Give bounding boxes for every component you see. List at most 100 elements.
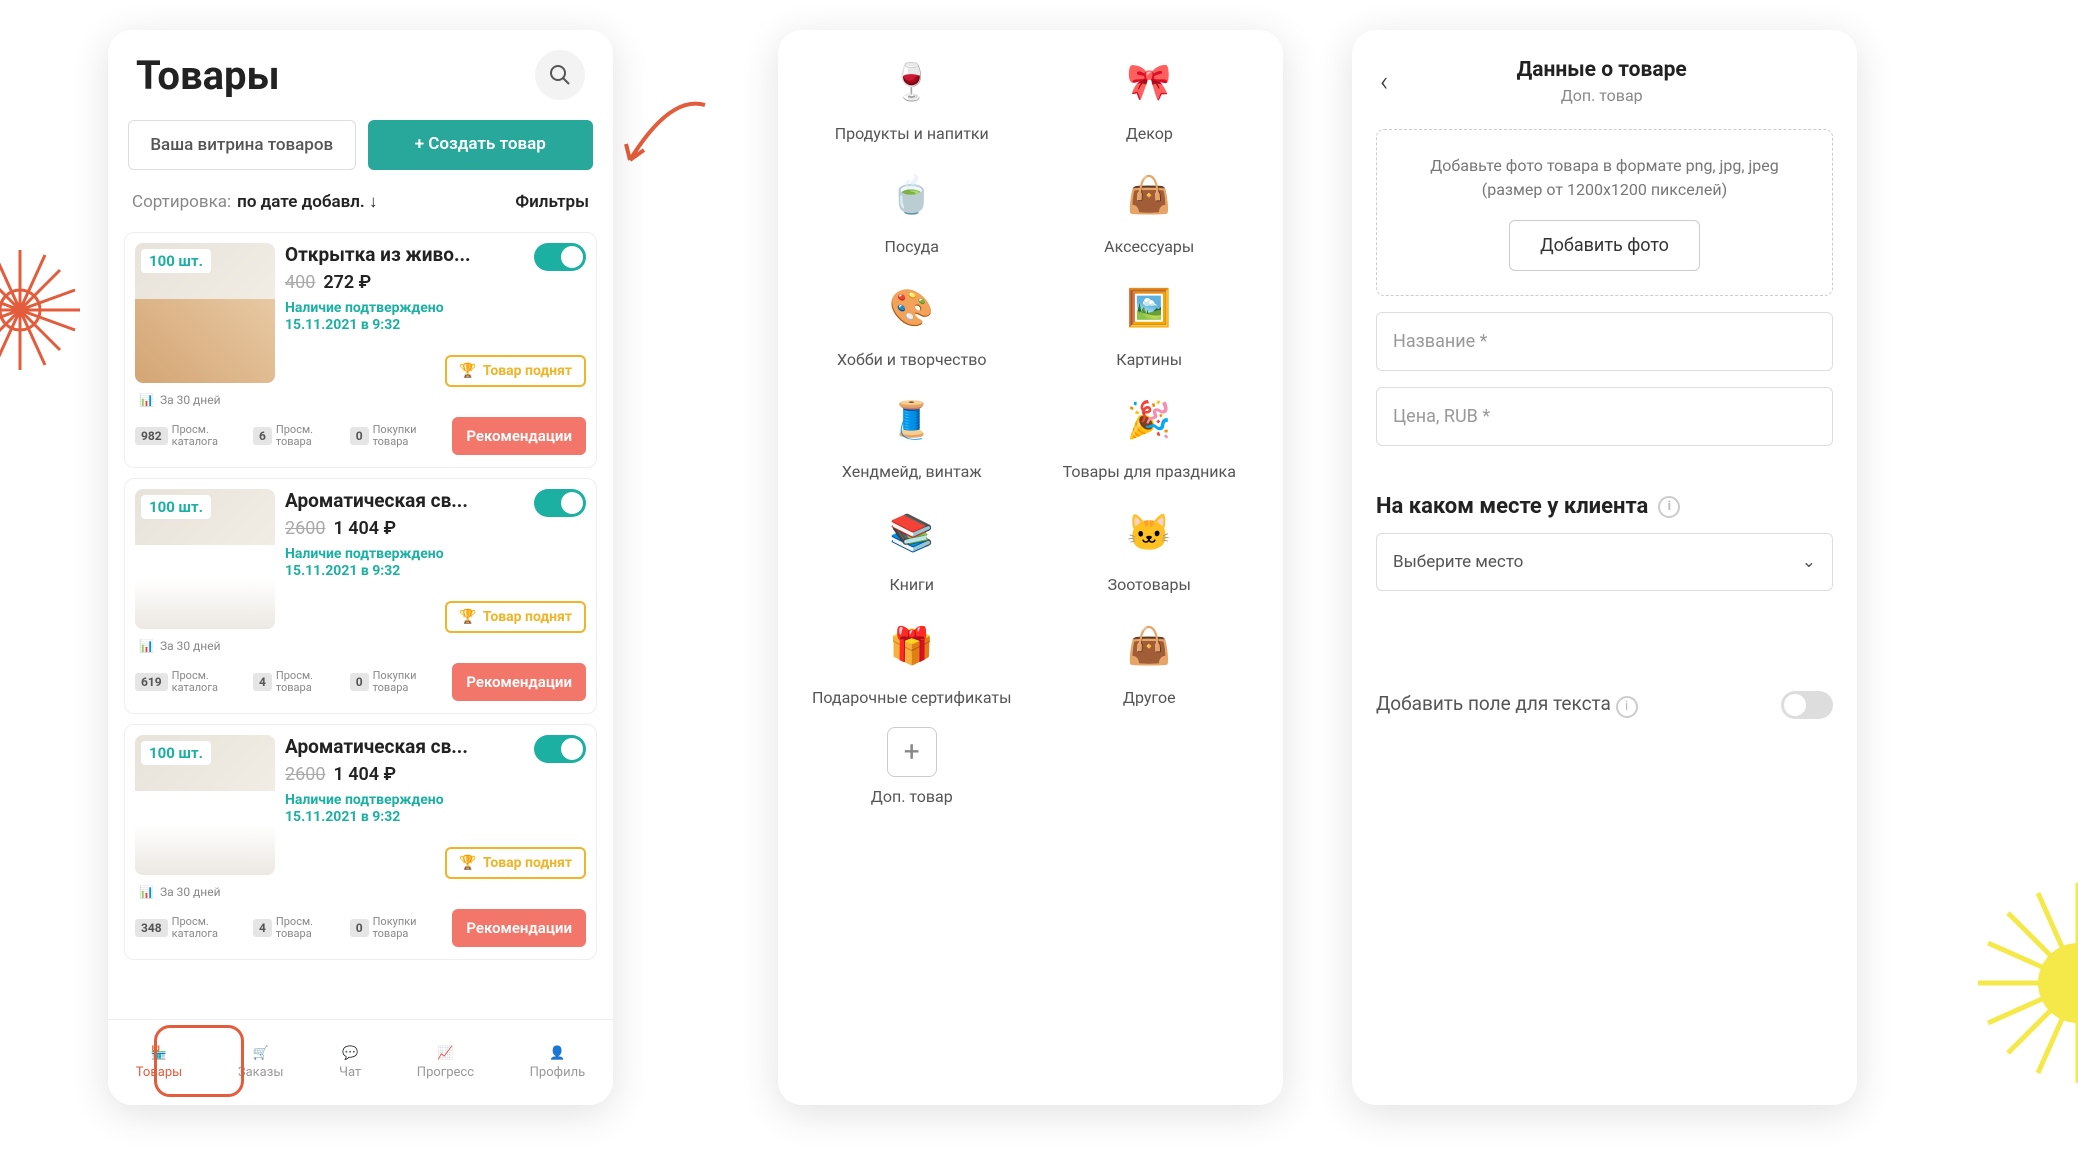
create-product-button[interactable]: + Создать товар — [368, 120, 594, 170]
user-icon: 👤 — [549, 1046, 565, 1061]
product-toggle[interactable] — [534, 735, 586, 763]
old-price: 400 — [285, 272, 315, 293]
category-item[interactable]: 🎉 Товары для праздника — [1036, 388, 1264, 483]
product-thumbnail: 100 шт. — [135, 735, 275, 875]
category-label: Другое — [1123, 688, 1176, 709]
info-icon[interactable]: i — [1616, 696, 1638, 718]
price-input[interactable]: Цена, RUB * — [1376, 387, 1833, 446]
category-icon: 👜 — [1117, 163, 1181, 227]
recommendations-button[interactable]: Рекомендации — [452, 663, 586, 701]
category-label: Книги — [889, 575, 934, 596]
availability-date: 15.11.2021 в 9:32 — [285, 317, 586, 333]
product-title: Ароматическая св... — [285, 489, 495, 512]
stats-icon: 📊 — [139, 393, 154, 407]
availability-label: Наличие подтверждено — [285, 299, 586, 317]
qty-badge: 100 шт. — [141, 741, 211, 765]
photo-dropzone[interactable]: Добавьте фото товара в формате png, jpg,… — [1376, 129, 1833, 296]
product-toggle[interactable] — [534, 243, 586, 271]
category-item[interactable]: 🐱 Зоотовары — [1036, 501, 1264, 596]
category-icon: 📚 — [880, 501, 944, 565]
recommendations-button[interactable]: Рекомендации — [452, 417, 586, 455]
category-label: Аксессуары — [1104, 237, 1194, 258]
category-label: Посуда — [885, 237, 939, 258]
decoration-sunburst — [1898, 823, 2078, 1103]
category-item[interactable]: 🎀 Декор — [1036, 50, 1264, 145]
add-photo-button[interactable]: Добавить фото — [1509, 220, 1700, 271]
category-label: Товары для праздника — [1063, 462, 1236, 483]
form-title: Данные о товаре — [1396, 58, 1807, 82]
category-icon: 🖼️ — [1117, 276, 1181, 340]
raised-badge[interactable]: 🏆Товар поднят — [445, 601, 586, 633]
showcase-button[interactable]: Ваша витрина товаров — [128, 120, 356, 170]
page-title: Товары — [136, 52, 280, 99]
category-add[interactable]: +Доп. товар — [798, 727, 1026, 808]
category-item[interactable]: 🖼️ Картины — [1036, 276, 1264, 371]
annotation-arrow — [620, 90, 710, 194]
chat-icon: 💬 — [342, 1046, 358, 1061]
category-label: Декор — [1126, 124, 1173, 145]
recommendations-button[interactable]: Рекомендации — [452, 909, 586, 947]
category-item[interactable]: 📚 Книги — [798, 501, 1026, 596]
category-icon: 🎉 — [1117, 388, 1181, 452]
category-item[interactable]: 🧵 Хендмейд, винтаж — [798, 388, 1026, 483]
category-icon: 🍵 — [880, 163, 944, 227]
name-input[interactable]: Название * — [1376, 312, 1833, 371]
category-icon: 🧵 — [880, 388, 944, 452]
category-label: Хобби и творчество — [837, 350, 986, 371]
search-icon — [549, 64, 571, 86]
category-item[interactable]: 👜 Другое — [1036, 614, 1264, 709]
phone-products-list: Товары Ваша витрина товаров + Создать то… — [108, 30, 613, 1105]
back-button[interactable]: ‹ — [1372, 65, 1396, 98]
product-thumbnail: 100 шт. — [135, 243, 275, 383]
info-icon[interactable]: i — [1658, 496, 1680, 518]
category-icon: 👜 — [1117, 614, 1181, 678]
nav-orders[interactable]: 🛒Заказы — [238, 1046, 284, 1080]
search-button[interactable] — [535, 50, 585, 100]
category-label: Зоотовары — [1108, 575, 1191, 596]
qty-badge: 100 шт. — [141, 495, 211, 519]
phone-categories: 🍷 Продукты и напитки 🎀 Декор 🍵 Посуда 👜 Аксессу… — [778, 30, 1283, 1105]
trophy-icon: 🏆 — [459, 363, 476, 379]
trophy-icon: 🏆 — [459, 609, 476, 625]
category-label: Продукты и напитки — [835, 124, 989, 145]
price: 272 ₽ — [323, 272, 371, 293]
category-label: Подарочные сертификаты — [812, 688, 1012, 709]
annotation-highlight — [154, 1025, 244, 1097]
section-label: На каком месте у клиента — [1376, 494, 1648, 519]
product-toggle[interactable] — [534, 489, 586, 517]
addtext-toggle[interactable] — [1781, 691, 1833, 719]
nav-chat[interactable]: 💬Чат — [339, 1046, 361, 1080]
phone-product-form: ‹ Данные о товаре Доп. товар Добавьте фо… — [1352, 30, 1857, 1105]
product-card[interactable]: 100 шт. Открытка из живо... 400 272 ₽ Нал… — [124, 232, 597, 468]
category-label: Картины — [1116, 350, 1182, 371]
sort-control[interactable]: Сортировка:по дате добавл. ↓ — [132, 192, 378, 212]
trophy-icon: 🏆 — [459, 855, 476, 871]
category-icon: 🎀 — [1117, 50, 1181, 114]
category-icon: 🍷 — [880, 50, 944, 114]
form-subtitle: Доп. товар — [1396, 86, 1807, 105]
product-title: Открытка из живо... — [285, 243, 495, 266]
product-card[interactable]: 100 шт. Ароматическая св... 26001 404 ₽ … — [124, 724, 597, 960]
category-label: Хендмейд, винтаж — [842, 462, 982, 483]
category-item[interactable]: 🍵 Посуда — [798, 163, 1026, 258]
chart-icon: 📈 — [437, 1046, 453, 1061]
category-item[interactable]: 👜 Аксессуары — [1036, 163, 1264, 258]
cart-icon: 🛒 — [253, 1046, 269, 1061]
category-item[interactable]: 🎨 Хобби и творчество — [798, 276, 1026, 371]
nav-profile[interactable]: 👤Профиль — [530, 1046, 586, 1080]
category-icon: 🎨 — [880, 276, 944, 340]
nav-progress[interactable]: 📈Прогресс — [417, 1046, 474, 1080]
category-icon: 🐱 — [1117, 501, 1181, 565]
product-thumbnail: 100 шт. — [135, 489, 275, 629]
category-icon: 🎁 — [880, 614, 944, 678]
place-select[interactable]: Выберите место⌄ — [1376, 533, 1833, 591]
product-card[interactable]: 100 шт. Ароматическая св... 26001 404 ₽ … — [124, 478, 597, 714]
addtext-label: Добавить поле для текста i — [1376, 692, 1638, 718]
raised-badge[interactable]: 🏆Товар поднят — [445, 355, 586, 387]
qty-badge: 100 шт. — [141, 249, 211, 273]
raised-badge[interactable]: 🏆Товар поднят — [445, 847, 586, 879]
filters-button[interactable]: Фильтры — [515, 192, 589, 212]
category-item[interactable]: 🍷 Продукты и напитки — [798, 50, 1026, 145]
decoration-sunburst — [0, 200, 100, 420]
category-item[interactable]: 🎁 Подарочные сертификаты — [798, 614, 1026, 709]
